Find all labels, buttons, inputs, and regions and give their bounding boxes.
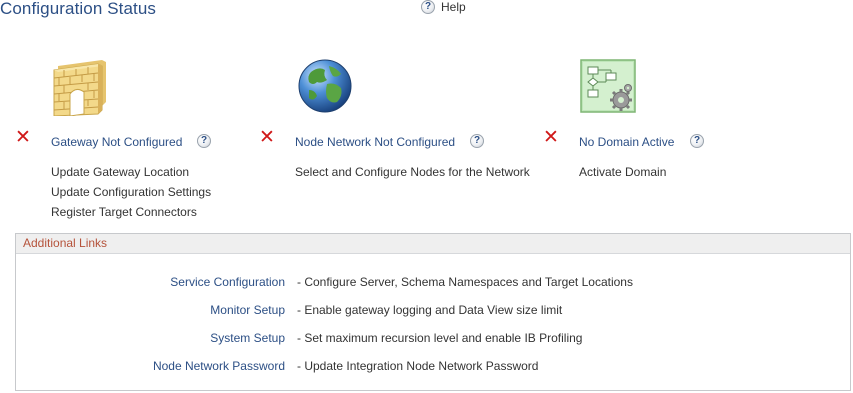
- page-title: Configuration Status: [0, 0, 157, 18]
- link-row-node-network-password: Node Network Password - Update Integrati…: [16, 359, 850, 379]
- action-select-configure-nodes[interactable]: Select and Configure Nodes for the Netwo…: [295, 162, 530, 182]
- help-icon: ?: [421, 0, 435, 14]
- help-link[interactable]: ? Help: [421, 0, 466, 14]
- action-activate-domain[interactable]: Activate Domain: [579, 162, 666, 182]
- service-configuration-desc: - Configure Server, Schema Namespaces an…: [297, 275, 633, 289]
- service-configuration-link[interactable]: Service Configuration: [170, 275, 285, 289]
- gateway-actions: Update Gateway Location Update Configura…: [51, 162, 211, 222]
- firewall-wall-icon: [53, 60, 106, 116]
- globe-icon: [298, 59, 352, 113]
- system-setup-desc: - Set maximum recursion level and enable…: [297, 331, 583, 345]
- link-row-system-setup: System Setup - Set maximum recursion lev…: [16, 331, 850, 351]
- action-update-gateway-location[interactable]: Update Gateway Location: [51, 162, 211, 182]
- node-network-password-desc: - Update Integration Node Network Passwo…: [297, 359, 539, 373]
- domain-actions: Activate Domain: [579, 162, 666, 182]
- domain-status-link[interactable]: No Domain Active: [579, 135, 674, 149]
- monitor-setup-desc: - Enable gateway logging and Data View s…: [297, 303, 563, 317]
- domain-help-icon[interactable]: ?: [690, 134, 704, 148]
- error-x-icon: ✕: [259, 127, 275, 148]
- node-network-actions: Select and Configure Nodes for the Netwo…: [295, 162, 530, 182]
- error-x-icon: ✕: [543, 127, 559, 148]
- domain-flowchart-icon: [580, 59, 636, 113]
- node-network-status-link[interactable]: Node Network Not Configured: [295, 135, 455, 149]
- node-network-password-link[interactable]: Node Network Password: [153, 359, 285, 373]
- action-update-configuration-settings[interactable]: Update Configuration Settings: [51, 182, 211, 202]
- link-row-service-configuration: Service Configuration - Configure Server…: [16, 275, 850, 295]
- link-row-monitor-setup: Monitor Setup - Enable gateway logging a…: [16, 303, 850, 323]
- node-network-help-icon[interactable]: ?: [470, 134, 484, 148]
- error-x-icon: ✕: [15, 127, 31, 148]
- help-label: Help: [441, 0, 466, 14]
- additional-links-header: Additional Links: [16, 234, 850, 254]
- gateway-status-link[interactable]: Gateway Not Configured: [51, 135, 182, 149]
- gateway-help-icon[interactable]: ?: [197, 134, 211, 148]
- monitor-setup-link[interactable]: Monitor Setup: [210, 303, 285, 317]
- action-register-target-connectors[interactable]: Register Target Connectors: [51, 202, 211, 222]
- system-setup-link[interactable]: System Setup: [210, 331, 285, 345]
- additional-links-panel: Additional Links Service Configuration -…: [15, 233, 851, 391]
